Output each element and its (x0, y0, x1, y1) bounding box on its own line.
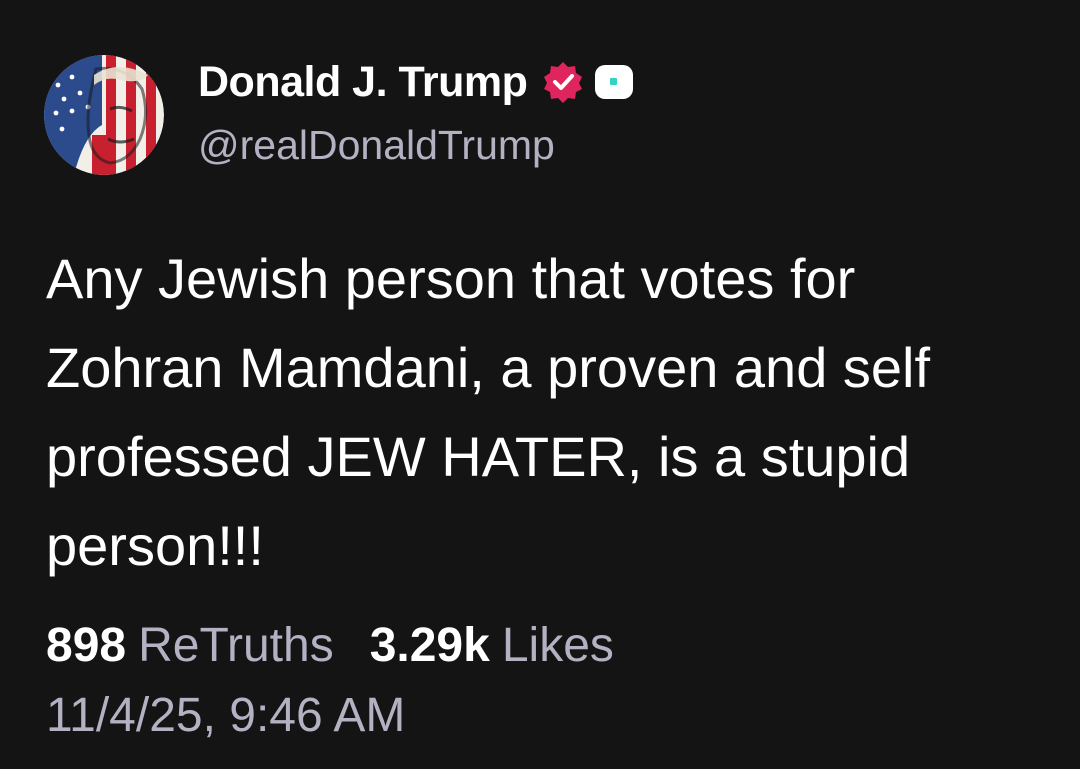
status-badge-icon (593, 61, 635, 103)
author-name-row: Donald J. Trump (198, 54, 635, 110)
post-card: Donald J. Trump @realDonaldTrump Any Jew… (0, 0, 1080, 769)
post-line: Any Jewish person that votes for (46, 247, 856, 310)
avatar[interactable] (44, 55, 164, 175)
post-line: professed JEW HATER, is a stupid (46, 425, 911, 488)
retruths-label: ReTruths (138, 619, 334, 672)
likes-count: 3.29k (369, 619, 490, 672)
author-display-name[interactable]: Donald J. Trump (198, 58, 528, 107)
retruths-stat[interactable]: 898 ReTruths (46, 618, 334, 673)
post-line: Zohran Mamdani, a proven and self (46, 336, 931, 399)
likes-stat[interactable]: 3.29k Likes (370, 618, 614, 673)
post-body: Any Jewish person that votes for Zohran … (46, 234, 1046, 590)
retruths-count: 898 (46, 619, 127, 672)
verified-check-icon (541, 60, 585, 104)
likes-label: Likes (501, 619, 614, 672)
flag-portrait-avatar-icon (44, 55, 164, 175)
post-stats: 898 ReTruths 3.29k Likes (46, 618, 614, 673)
author-handle[interactable]: @realDonaldTrump (198, 122, 555, 169)
post-line: person!!! (46, 514, 264, 577)
post-timestamp[interactable]: 11/4/25, 9:46 AM (46, 688, 405, 743)
